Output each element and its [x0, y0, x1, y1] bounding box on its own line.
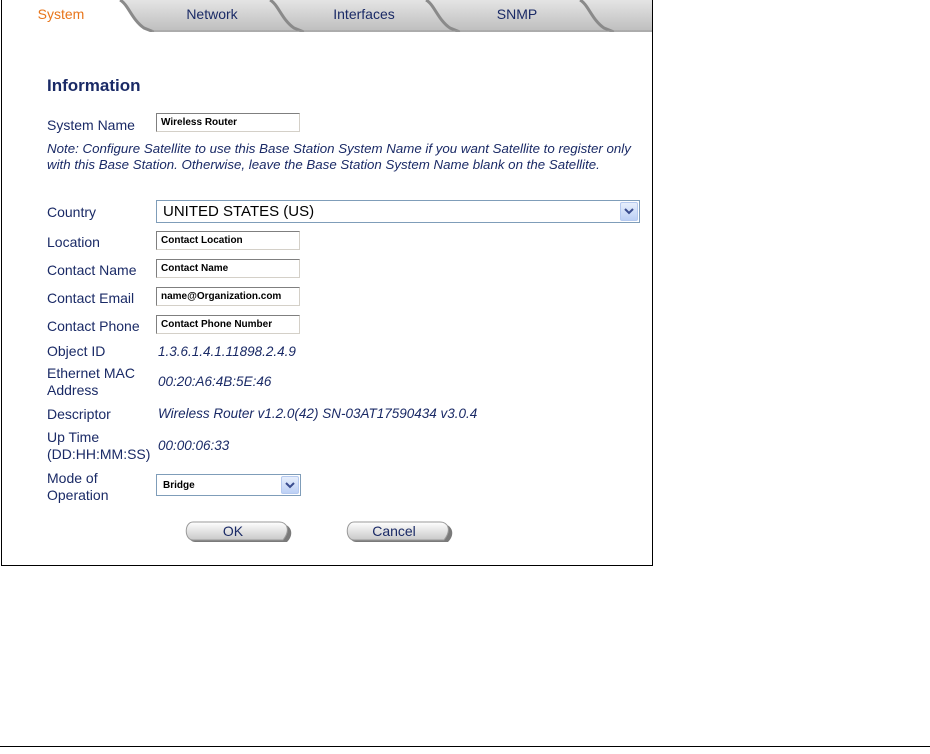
tab-snmp[interactable]: SNMP [472, 6, 562, 22]
up-time-label-line1: Up Time [47, 429, 100, 445]
mode-label-line1: Mode of [47, 470, 98, 486]
descriptor-value: Wireless Router v1.2.0(42) SN-03AT175904… [158, 406, 478, 421]
tab-network[interactable]: Network [162, 6, 262, 22]
location-input[interactable]: Contact Location [156, 231, 300, 250]
ethernet-mac-value: 00:20:A6:4B:5E:46 [158, 374, 272, 389]
ethernet-mac-label: Ethernet MAC Address [47, 365, 135, 399]
country-label: Country [47, 204, 97, 220]
location-label: Location [47, 234, 100, 250]
system-name-input[interactable]: Wireless Router [156, 113, 300, 132]
cancel-button-label: Cancel [372, 523, 416, 539]
descriptor-label: Descriptor [47, 406, 111, 422]
ok-button-label: OK [222, 523, 244, 539]
up-time-value: 00:00:06:33 [158, 438, 230, 453]
mode-label-line2: Operation [47, 487, 109, 503]
system-settings-panel: System Network Interfaces SNMP Informati… [1, 0, 653, 566]
country-select[interactable]: UNITED STATES (US) [156, 200, 640, 223]
chevron-down-icon [624, 208, 634, 215]
page-bottom-rule [0, 746, 930, 747]
ethernet-mac-label-line1: Ethernet MAC [47, 365, 135, 381]
object-id-label: Object ID [47, 343, 106, 359]
contact-phone-input[interactable]: Contact Phone Number [156, 315, 300, 334]
mode-of-operation-label: Mode of Operation [47, 470, 108, 504]
contact-phone-label: Contact Phone [47, 318, 140, 334]
contact-name-label: Contact Name [47, 262, 137, 278]
object-id-value: 1.3.6.1.4.1.11898.2.4.9 [158, 344, 296, 359]
mode-of-operation-select[interactable]: Bridge [156, 474, 301, 496]
chevron-down-icon [285, 482, 295, 489]
contact-name-input[interactable]: Contact Name [156, 259, 300, 278]
ethernet-mac-label-line2: Address [47, 382, 99, 398]
mode-selected-value: Bridge [163, 480, 195, 491]
country-selected-value: UNITED STATES (US) [163, 203, 315, 220]
mode-dropdown-button[interactable] [281, 476, 299, 494]
up-time-label: Up Time (DD:HH:MM:SS) [47, 429, 150, 463]
country-dropdown-button[interactable] [620, 202, 638, 221]
satellite-note: Note: Configure Satellite to use this Ba… [47, 141, 631, 172]
up-time-label-line2: (DD:HH:MM:SS) [47, 446, 151, 462]
tab-interfaces[interactable]: Interfaces [314, 6, 414, 22]
section-title: Information [47, 76, 141, 95]
ok-button[interactable]: OK [183, 520, 295, 546]
contact-email-label: Contact Email [47, 290, 135, 306]
system-name-label: System Name [47, 117, 135, 133]
tab-system[interactable]: System [16, 6, 106, 22]
cancel-button[interactable]: Cancel [344, 520, 456, 546]
contact-email-input[interactable]: name@Organization.com [156, 287, 300, 306]
tab-bar: System Network Interfaces SNMP [2, 0, 652, 32]
